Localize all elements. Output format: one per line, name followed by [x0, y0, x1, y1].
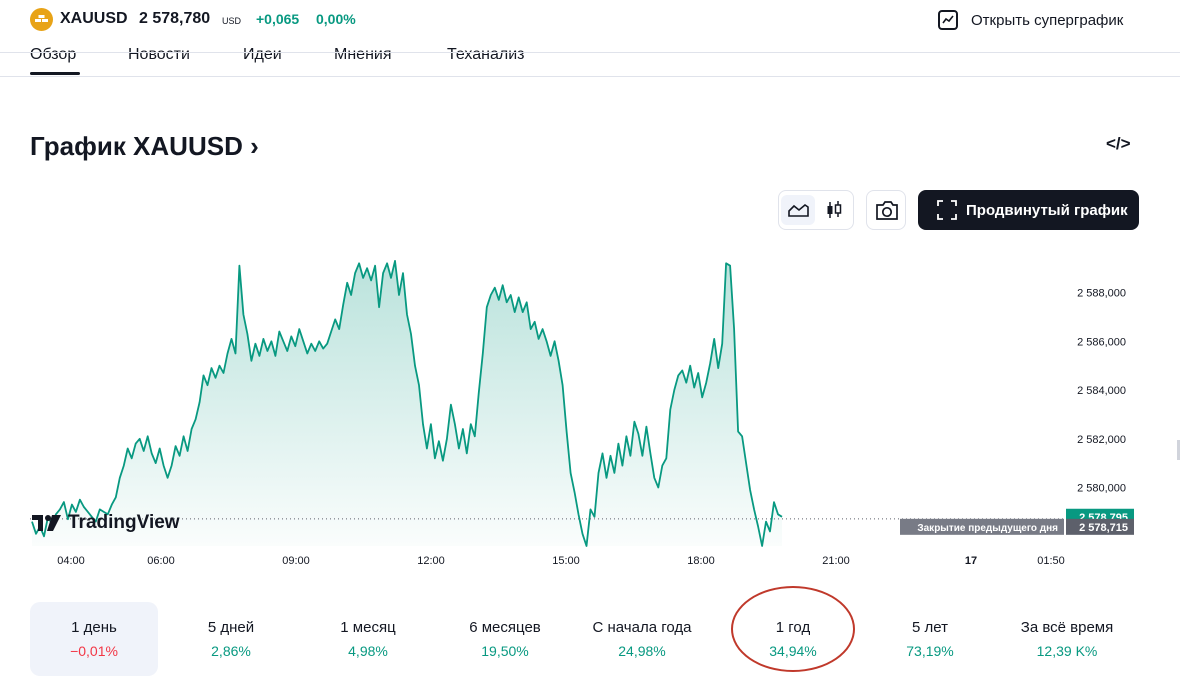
period-2[interactable]: 1 месяц 4,98%	[304, 602, 432, 676]
period-change: 12,39 K%	[1036, 643, 1098, 659]
open-supergraph-button[interactable]: Открыть суперграфик	[938, 9, 1123, 31]
y-tick-label: 2 584,000	[1077, 385, 1126, 397]
tab-overview[interactable]: Обзор	[30, 46, 76, 64]
price-change-percent: 0,00%	[316, 11, 356, 27]
candles-chart-button[interactable]	[817, 195, 851, 225]
x-tick-label: 17	[965, 555, 977, 567]
tradingview-logo: TradingView	[32, 512, 180, 534]
x-tick-label: 06:00	[147, 555, 175, 567]
x-tick-label: 04:00	[57, 555, 85, 567]
fullscreen-icon	[937, 200, 957, 220]
chart-title: График XAUUSD	[30, 131, 243, 161]
candlestick-icon	[827, 201, 842, 218]
screenshot-button[interactable]	[866, 190, 906, 230]
tab-news[interactable]: Новости	[128, 46, 190, 64]
period-6[interactable]: 5 лет 73,19%	[866, 602, 994, 676]
period-label: С начала года	[592, 619, 692, 636]
period-label: 6 месяцев	[469, 619, 541, 636]
current-price: 2 578,780	[139, 10, 211, 27]
camera-icon	[876, 201, 898, 220]
x-tick-label: 15:00	[552, 555, 580, 567]
chart-type-switcher	[778, 190, 854, 230]
x-tick-label: 18:00	[687, 555, 715, 567]
x-tick-label: 09:00	[282, 555, 310, 567]
period-change: 24,98%	[618, 643, 666, 659]
gold-bars-icon	[30, 8, 53, 31]
period-label: 1 день	[71, 619, 117, 636]
section-tabs: Обзор Новости Идеи Мнения Теханализ	[0, 42, 1180, 78]
chevron-right-icon: ›	[250, 131, 259, 161]
period-change: 73,19%	[906, 643, 954, 659]
embed-code-button[interactable]: </>	[1106, 134, 1131, 154]
x-tick-label: 21:00	[822, 555, 850, 567]
advanced-chart-button[interactable]: Продвинутый график	[918, 190, 1139, 230]
price-change: +0,065	[256, 11, 300, 27]
period-change: 2,86%	[211, 643, 251, 659]
tab-ideas[interactable]: Идеи	[243, 46, 282, 64]
period-change: 19,50%	[481, 643, 529, 659]
period-label: За всё время	[1020, 619, 1114, 636]
supergraph-label: Открыть суперграфик	[971, 11, 1124, 29]
tradingview-wordmark: TradingView	[68, 512, 180, 533]
period-change: 4,98%	[348, 643, 388, 659]
symbol-name[interactable]: XAUUSD	[60, 10, 128, 28]
y-tick-label: 2 580,000	[1077, 483, 1126, 495]
period-label: 5 лет	[912, 619, 948, 636]
y-tick-label: 2 582,000	[1077, 434, 1126, 446]
divider	[0, 76, 1180, 77]
period-7[interactable]: За всё время 12,39 K%	[1003, 602, 1131, 676]
period-change: −0,01%	[70, 643, 118, 659]
y-tick-label: 2 586,000	[1077, 336, 1126, 348]
prev-close-label: Закрытие предыдущего дня	[917, 523, 1058, 534]
area-chart-button[interactable]	[781, 195, 815, 225]
x-tick-label: 01:50	[1037, 555, 1065, 567]
annotation-circle	[731, 586, 855, 672]
period-label: 5 дней	[207, 619, 255, 636]
period-4[interactable]: С начала года 24,98%	[578, 602, 706, 676]
prev-close-value-label: 2 578,715	[1079, 522, 1128, 534]
period-label: 1 месяц	[340, 619, 396, 636]
advanced-chart-label: Продвинутый график	[966, 201, 1128, 219]
symbol-header: XAUUSD 2 578,780 USD +0,065 0,00% Открыт…	[0, 0, 1180, 40]
y-tick-label: 2 588,000	[1077, 288, 1126, 300]
tab-technical-analysis[interactable]: Теханализ	[447, 46, 524, 64]
tradingview-icon	[32, 515, 61, 531]
area-fill	[32, 260, 782, 546]
divider	[0, 52, 1180, 53]
chart-title-link[interactable]: График XAUUSD ›	[30, 131, 259, 162]
active-tab-indicator	[30, 72, 80, 75]
period-3[interactable]: 6 месяцев 19,50%	[441, 602, 569, 676]
supergraph-icon	[938, 10, 958, 30]
x-tick-label: 12:00	[417, 555, 445, 567]
performance-periods: 1 день −0,01% 5 дней 2,86% 1 месяц 4,98% 6 мес…	[30, 602, 1150, 676]
area-chart-icon	[788, 204, 809, 217]
tab-opinions[interactable]: Мнения	[334, 46, 392, 64]
period-1[interactable]: 5 дней 2,86%	[167, 602, 295, 676]
period-0[interactable]: 1 день −0,01%	[30, 602, 158, 676]
price-currency: USD	[222, 16, 242, 26]
